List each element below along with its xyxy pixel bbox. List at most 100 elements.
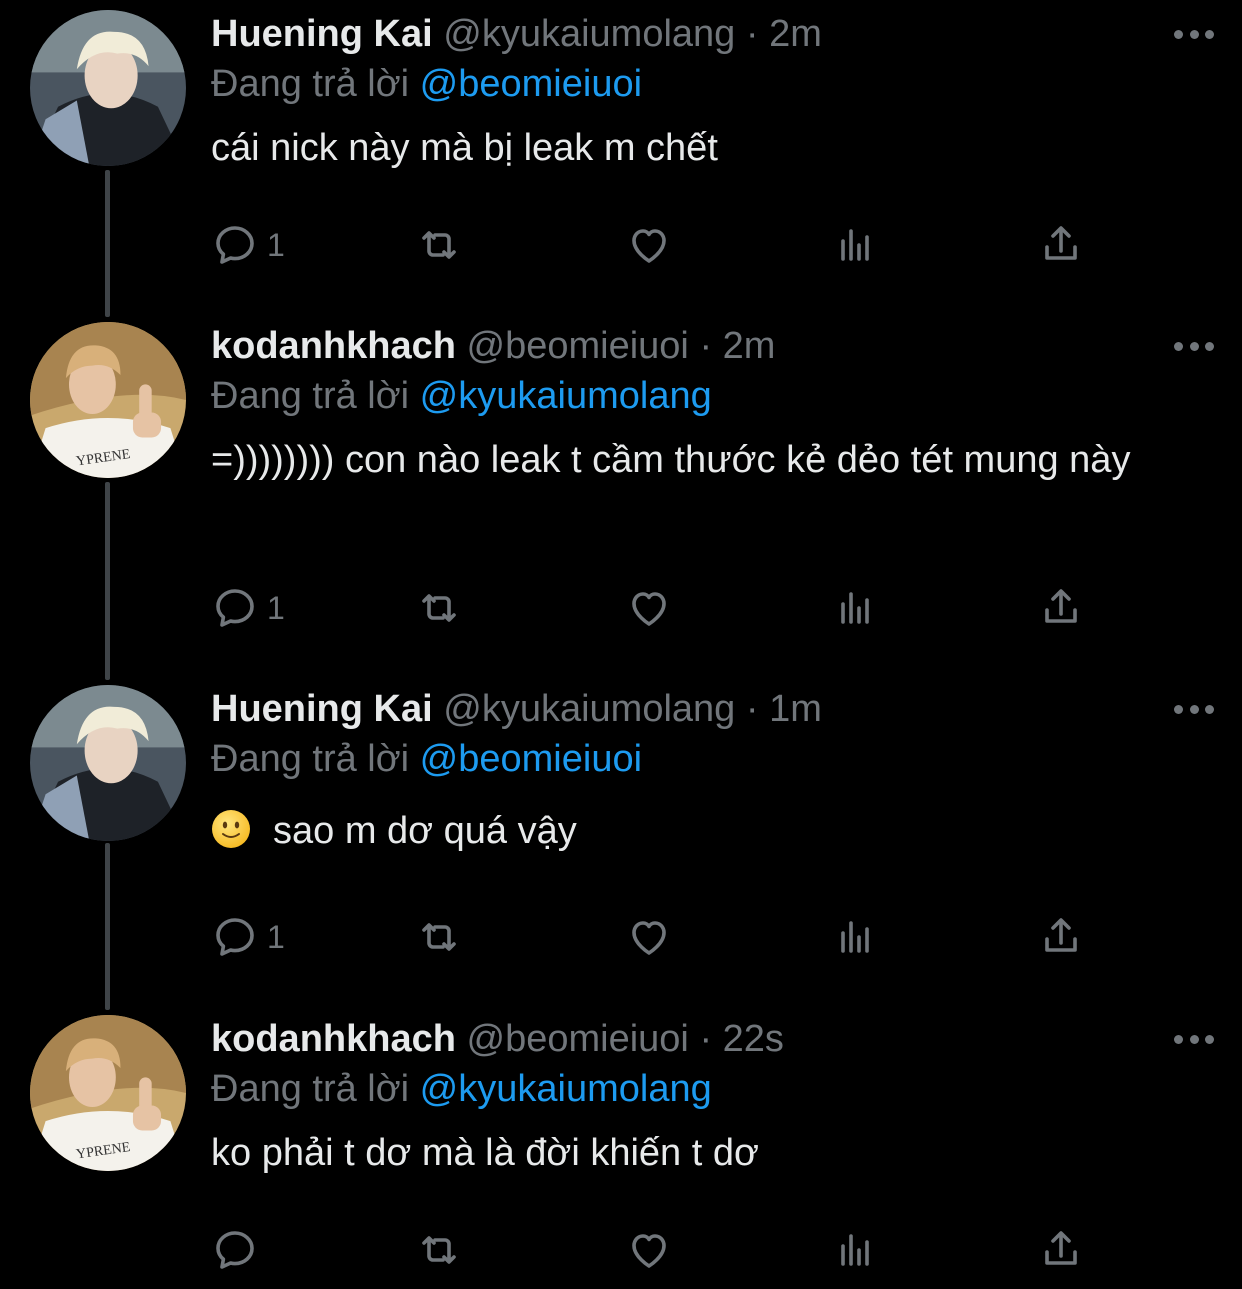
separator-dot: · <box>745 13 759 55</box>
tweet-header: kodanhkhach @beomieiuoi · 22s <box>211 1015 1212 1063</box>
avatar-image: YPRENE <box>30 1015 186 1171</box>
replying-to: Đang trả lời @kyukaiumolang <box>211 370 1212 422</box>
tweet[interactable]: YPRENE kodanhkhach @beomieiuoi · 2m Đang… <box>0 322 1242 662</box>
replying-to: Đang trả lời @beomieiuoi <box>211 58 1212 110</box>
tweet-text-container: sao m dơ quá vậy <box>211 805 1212 857</box>
like-icon <box>632 1234 666 1268</box>
action-bar: 1 <box>211 578 1091 638</box>
retweet-button[interactable] <box>415 907 463 967</box>
action-bar: 1 <box>211 215 1091 275</box>
timestamp[interactable]: 2m <box>723 325 776 367</box>
avatar-image: YPRENE <box>30 322 186 478</box>
display-name[interactable]: Huening Kai <box>211 688 433 730</box>
retweet-icon <box>422 594 456 622</box>
like-icon <box>632 592 666 626</box>
reply-icon <box>216 226 254 264</box>
analytics-icon <box>841 592 869 624</box>
analytics-icon <box>841 229 869 261</box>
action-bar: 1 <box>211 907 1091 967</box>
share-icon <box>1045 918 1077 952</box>
tweet-header: kodanhkhach @beomieiuoi · 2m <box>211 322 1212 370</box>
analytics-icon <box>841 921 869 953</box>
reply-count: 1 <box>267 589 285 626</box>
like-button[interactable] <box>625 578 673 638</box>
user-handle[interactable]: @beomieiuoi <box>467 1018 689 1060</box>
reply-button[interactable]: 1 <box>211 215 285 275</box>
more-icon[interactable] <box>1174 703 1214 715</box>
reply-icon <box>216 918 254 956</box>
user-handle[interactable]: @kyukaiumolang <box>443 13 735 55</box>
slightly-smiling-face-emoji <box>212 810 250 848</box>
tweet-text: ko phải t dơ mà là đời khiến t dơ <box>211 1132 759 1174</box>
share-icon <box>1045 1231 1077 1265</box>
retweet-icon <box>422 1236 456 1264</box>
share-button[interactable] <box>1037 1220 1085 1280</box>
reply-count: 1 <box>267 226 285 263</box>
reply-icon <box>216 589 254 627</box>
mention-link[interactable]: @kyukaiumolang <box>420 1068 712 1110</box>
share-button[interactable] <box>1037 907 1085 967</box>
replying-to-label: Đang trả lời <box>211 63 410 105</box>
retweet-button[interactable] <box>415 1220 463 1280</box>
retweet-icon <box>422 923 456 951</box>
like-icon <box>632 229 666 263</box>
like-button[interactable] <box>625 1220 673 1280</box>
analytics-button[interactable] <box>831 578 879 638</box>
display-name[interactable]: kodanhkhach <box>211 1018 456 1060</box>
action-bar <box>211 1220 1091 1280</box>
avatar-huening-kai[interactable] <box>30 685 186 841</box>
reply-button[interactable]: 1 <box>211 907 285 967</box>
tweet-text: sao m dơ quá vậy <box>273 810 577 852</box>
tweet[interactable]: YPRENE kodanhkhach @beomieiuoi · 22s Đan… <box>0 1015 1242 1289</box>
replying-to: Đang trả lời @kyukaiumolang <box>211 1063 1212 1115</box>
tweet-content: kodanhkhach @beomieiuoi · 2m Đang trả lờ… <box>211 322 1212 486</box>
replying-to: Đang trả lời @beomieiuoi <box>211 733 1212 785</box>
separator-dot: · <box>699 1018 713 1060</box>
analytics-button[interactable] <box>831 1220 879 1280</box>
mention-link[interactable]: @beomieiuoi <box>420 738 642 780</box>
tweet-content: kodanhkhach @beomieiuoi · 22s Đang trả l… <box>211 1015 1212 1179</box>
share-button[interactable] <box>1037 215 1085 275</box>
tweet[interactable]: Huening Kai @kyukaiumolang · 2m Đang trả… <box>0 10 1242 300</box>
display-name[interactable]: kodanhkhach <box>211 325 456 367</box>
separator-dot: · <box>699 325 713 367</box>
analytics-button[interactable] <box>831 907 879 967</box>
like-button[interactable] <box>625 907 673 967</box>
display-name[interactable]: Huening Kai <box>211 13 433 55</box>
avatar-kodanhkhach[interactable]: YPRENE <box>30 1015 186 1171</box>
like-button[interactable] <box>625 215 673 275</box>
analytics-button[interactable] <box>831 215 879 275</box>
more-icon[interactable] <box>1174 28 1214 40</box>
reply-button[interactable] <box>211 1220 267 1280</box>
timestamp[interactable]: 1m <box>769 688 822 730</box>
tweet-content: Huening Kai @kyukaiumolang · 2m Đang trả… <box>211 10 1212 174</box>
avatar-kodanhkhach[interactable]: YPRENE <box>30 322 186 478</box>
replying-to-label: Đang trả lời <box>211 738 410 780</box>
reply-button[interactable]: 1 <box>211 578 285 638</box>
share-icon <box>1045 226 1077 260</box>
replying-to-label: Đang trả lời <box>211 1068 410 1110</box>
user-handle[interactable]: @beomieiuoi <box>467 325 689 367</box>
share-button[interactable] <box>1037 578 1085 638</box>
retweet-button[interactable] <box>415 215 463 275</box>
reply-count: 1 <box>267 918 285 955</box>
tweet[interactable]: Huening Kai @kyukaiumolang · 1m Đang trả… <box>0 685 1242 985</box>
more-icon[interactable] <box>1174 340 1214 352</box>
avatar-huening-kai[interactable] <box>30 10 186 166</box>
like-icon <box>632 921 666 955</box>
tweet-content: Huening Kai @kyukaiumolang · 1m Đang trả… <box>211 685 1212 857</box>
separator-dot: · <box>745 688 759 730</box>
avatar-image <box>30 685 186 841</box>
timestamp[interactable]: 22s <box>723 1018 784 1060</box>
tweet-header: Huening Kai @kyukaiumolang · 1m <box>211 685 1212 733</box>
retweet-button[interactable] <box>415 578 463 638</box>
avatar-image <box>30 10 186 166</box>
tweet-header: Huening Kai @kyukaiumolang · 2m <box>211 10 1212 58</box>
timestamp[interactable]: 2m <box>769 13 822 55</box>
mention-link[interactable]: @beomieiuoi <box>420 63 642 105</box>
user-handle[interactable]: @kyukaiumolang <box>443 688 735 730</box>
replying-to-label: Đang trả lời <box>211 375 410 417</box>
mention-link[interactable]: @kyukaiumolang <box>420 375 712 417</box>
share-icon <box>1045 589 1077 623</box>
more-icon[interactable] <box>1174 1033 1214 1045</box>
